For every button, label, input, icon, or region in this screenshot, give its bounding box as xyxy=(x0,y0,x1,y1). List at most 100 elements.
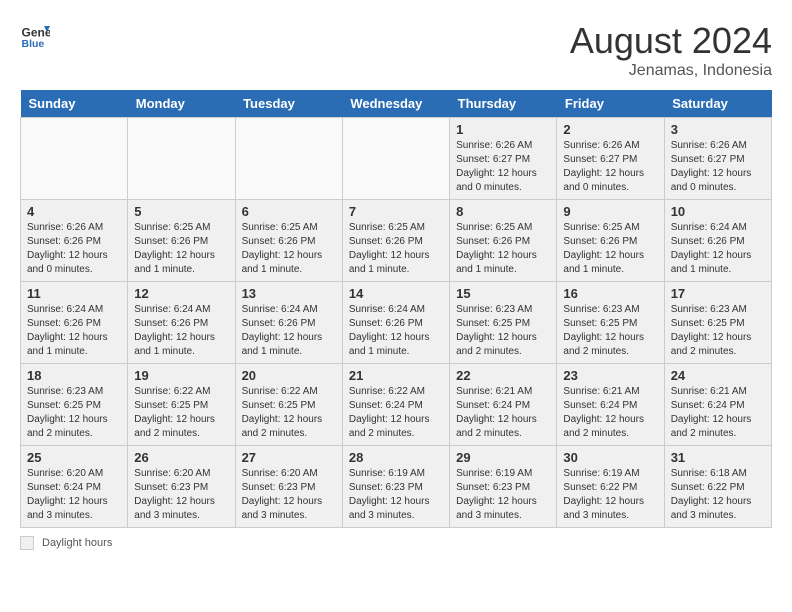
day-info: Sunrise: 6:25 AM Sunset: 6:26 PM Dayligh… xyxy=(456,221,550,277)
calendar-cell: 21 Sunrise: 6:22 AM Sunset: 6:24 PM Dayli… xyxy=(342,364,449,446)
day-info: Sunrise: 6:23 AM Sunset: 6:25 PM Dayligh… xyxy=(563,303,657,359)
day-info: Sunrise: 6:24 AM Sunset: 6:26 PM Dayligh… xyxy=(349,303,443,359)
day-number: 5 xyxy=(134,204,228,219)
calendar-cell: 17 Sunrise: 6:23 AM Sunset: 6:25 PM Dayli… xyxy=(664,282,771,364)
calendar-cell: 20 Sunrise: 6:22 AM Sunset: 6:25 PM Dayli… xyxy=(235,364,342,446)
calendar-cell: 13 Sunrise: 6:24 AM Sunset: 6:26 PM Dayli… xyxy=(235,282,342,364)
day-number: 6 xyxy=(242,204,336,219)
day-info: Sunrise: 6:22 AM Sunset: 6:25 PM Dayligh… xyxy=(242,385,336,441)
footer-note: Daylight hours xyxy=(20,536,772,550)
calendar-cell: 30Sunrise: 6:19 AM Sunset: 6:22 PM Dayli… xyxy=(557,446,664,528)
calendar-cell: 26 Sunrise: 6:20 AM Sunset: 6:23 PM Dayli… xyxy=(128,446,235,528)
day-info: Sunrise: 6:23 AM Sunset: 6:25 PM Dayligh… xyxy=(456,303,550,359)
col-header-friday: Friday xyxy=(557,90,664,118)
calendar-cell xyxy=(235,118,342,200)
calendar-cell: 25Sunrise: 6:20 AM Sunset: 6:24 PM Dayli… xyxy=(21,446,128,528)
calendar-cell: 3 Sunrise: 6:26 AM Sunset: 6:27 PM Daylig… xyxy=(664,118,771,200)
day-info: Sunrise: 6:19 AM Sunset: 6:23 PM Dayligh… xyxy=(349,467,443,523)
calendar-cell: 9 Sunrise: 6:25 AM Sunset: 6:26 PM Daylig… xyxy=(557,200,664,282)
day-number: 23 xyxy=(563,368,657,383)
calendar-cell: 22 Sunrise: 6:21 AM Sunset: 6:24 PM Dayli… xyxy=(450,364,557,446)
calendar-cell: 10 Sunrise: 6:24 AM Sunset: 6:26 PM Dayli… xyxy=(664,200,771,282)
day-number: 8 xyxy=(456,204,550,219)
week-row-2: 4Sunrise: 6:26 AM Sunset: 6:26 PM Daylig… xyxy=(21,200,772,282)
calendar-cell: 4Sunrise: 6:26 AM Sunset: 6:26 PM Daylig… xyxy=(21,200,128,282)
col-header-wednesday: Wednesday xyxy=(342,90,449,118)
day-info: Sunrise: 6:25 AM Sunset: 6:26 PM Dayligh… xyxy=(242,221,336,277)
day-info: Sunrise: 6:25 AM Sunset: 6:26 PM Dayligh… xyxy=(134,221,228,277)
day-info: Sunrise: 6:21 AM Sunset: 6:24 PM Dayligh… xyxy=(671,385,765,441)
day-number: 24 xyxy=(671,368,765,383)
day-info: Sunrise: 6:19 AM Sunset: 6:22 PM Dayligh… xyxy=(563,467,657,523)
week-row-3: 11 Sunrise: 6:24 AM Sunset: 6:26 PM Dayli… xyxy=(21,282,772,364)
calendar-cell: 29Sunrise: 6:19 AM Sunset: 6:23 PM Dayli… xyxy=(450,446,557,528)
calendar-cell xyxy=(21,118,128,200)
calendar-cell: 6 Sunrise: 6:25 AM Sunset: 6:26 PM Daylig… xyxy=(235,200,342,282)
title-block: August 2024 Jenamas, Indonesia xyxy=(570,20,772,80)
logo-icon: General Blue xyxy=(20,20,50,50)
day-number: 18 xyxy=(27,368,121,383)
day-info: Sunrise: 6:24 AM Sunset: 6:26 PM Dayligh… xyxy=(242,303,336,359)
day-number: 10 xyxy=(671,204,765,219)
col-header-thursday: Thursday xyxy=(450,90,557,118)
day-info: Sunrise: 6:24 AM Sunset: 6:26 PM Dayligh… xyxy=(671,221,765,277)
day-info: Sunrise: 6:26 AM Sunset: 6:27 PM Dayligh… xyxy=(671,139,765,195)
calendar-cell: 18Sunrise: 6:23 AM Sunset: 6:25 PM Dayli… xyxy=(21,364,128,446)
day-number: 17 xyxy=(671,286,765,301)
day-info: Sunrise: 6:25 AM Sunset: 6:26 PM Dayligh… xyxy=(563,221,657,277)
day-info: Sunrise: 6:18 AM Sunset: 6:22 PM Dayligh… xyxy=(671,467,765,523)
calendar-cell: 14 Sunrise: 6:24 AM Sunset: 6:26 PM Dayli… xyxy=(342,282,449,364)
calendar-cell xyxy=(128,118,235,200)
week-row-4: 18Sunrise: 6:23 AM Sunset: 6:25 PM Dayli… xyxy=(21,364,772,446)
day-number: 26 xyxy=(134,450,228,465)
calendar-cell: 19Sunrise: 6:22 AM Sunset: 6:25 PM Dayli… xyxy=(128,364,235,446)
day-number: 21 xyxy=(349,368,443,383)
col-header-tuesday: Tuesday xyxy=(235,90,342,118)
calendar-cell: 2Sunrise: 6:26 AM Sunset: 6:27 PM Daylig… xyxy=(557,118,664,200)
day-number: 25 xyxy=(27,450,121,465)
footer-label: Daylight hours xyxy=(42,537,112,549)
day-number: 12 xyxy=(134,286,228,301)
day-info: Sunrise: 6:22 AM Sunset: 6:24 PM Dayligh… xyxy=(349,385,443,441)
day-number: 29 xyxy=(456,450,550,465)
page-header: General Blue August 2024 Jenamas, Indone… xyxy=(20,20,772,80)
calendar-cell: 12Sunrise: 6:24 AM Sunset: 6:26 PM Dayli… xyxy=(128,282,235,364)
calendar-cell: 15 Sunrise: 6:23 AM Sunset: 6:25 PM Dayli… xyxy=(450,282,557,364)
day-info: Sunrise: 6:21 AM Sunset: 6:24 PM Dayligh… xyxy=(456,385,550,441)
calendar-cell xyxy=(342,118,449,200)
logo: General Blue xyxy=(20,20,50,50)
day-info: Sunrise: 6:23 AM Sunset: 6:25 PM Dayligh… xyxy=(671,303,765,359)
calendar-cell: 16Sunrise: 6:23 AM Sunset: 6:25 PM Dayli… xyxy=(557,282,664,364)
day-info: Sunrise: 6:26 AM Sunset: 6:27 PM Dayligh… xyxy=(456,139,550,195)
day-number: 14 xyxy=(349,286,443,301)
day-number: 15 xyxy=(456,286,550,301)
calendar-cell: 31Sunrise: 6:18 AM Sunset: 6:22 PM Dayli… xyxy=(664,446,771,528)
calendar-cell: 1 Sunrise: 6:26 AM Sunset: 6:27 PM Daylig… xyxy=(450,118,557,200)
calendar-cell: 5 Sunrise: 6:25 AM Sunset: 6:26 PM Daylig… xyxy=(128,200,235,282)
day-number: 20 xyxy=(242,368,336,383)
calendar-cell: 28 Sunrise: 6:19 AM Sunset: 6:23 PM Dayli… xyxy=(342,446,449,528)
day-number: 11 xyxy=(27,286,121,301)
day-number: 27 xyxy=(242,450,336,465)
day-info: Sunrise: 6:21 AM Sunset: 6:24 PM Dayligh… xyxy=(563,385,657,441)
calendar-cell: 7Sunrise: 6:25 AM Sunset: 6:26 PM Daylig… xyxy=(342,200,449,282)
day-number: 3 xyxy=(671,122,765,137)
day-number: 22 xyxy=(456,368,550,383)
col-header-saturday: Saturday xyxy=(664,90,771,118)
day-number: 28 xyxy=(349,450,443,465)
calendar-cell: 11Sunrise: 6:24 AM Sunset: 6:26 PM Dayli… xyxy=(21,282,128,364)
day-info: Sunrise: 6:26 AM Sunset: 6:26 PM Dayligh… xyxy=(27,221,121,277)
day-number: 13 xyxy=(242,286,336,301)
svg-text:Blue: Blue xyxy=(22,38,45,50)
day-number: 9 xyxy=(563,204,657,219)
calendar-cell: 8 Sunrise: 6:25 AM Sunset: 6:26 PM Daylig… xyxy=(450,200,557,282)
col-header-monday: Monday xyxy=(128,90,235,118)
calendar-cell: 24 Sunrise: 6:21 AM Sunset: 6:24 PM Dayli… xyxy=(664,364,771,446)
day-number: 1 xyxy=(456,122,550,137)
day-info: Sunrise: 6:20 AM Sunset: 6:23 PM Dayligh… xyxy=(134,467,228,523)
day-number: 2 xyxy=(563,122,657,137)
day-info: Sunrise: 6:22 AM Sunset: 6:25 PM Dayligh… xyxy=(134,385,228,441)
calendar-header-row: SundayMondayTuesdayWednesdayThursdayFrid… xyxy=(21,90,772,118)
week-row-1: 1 Sunrise: 6:26 AM Sunset: 6:27 PM Daylig… xyxy=(21,118,772,200)
calendar-cell: 23 Sunrise: 6:21 AM Sunset: 6:24 PM Dayli… xyxy=(557,364,664,446)
